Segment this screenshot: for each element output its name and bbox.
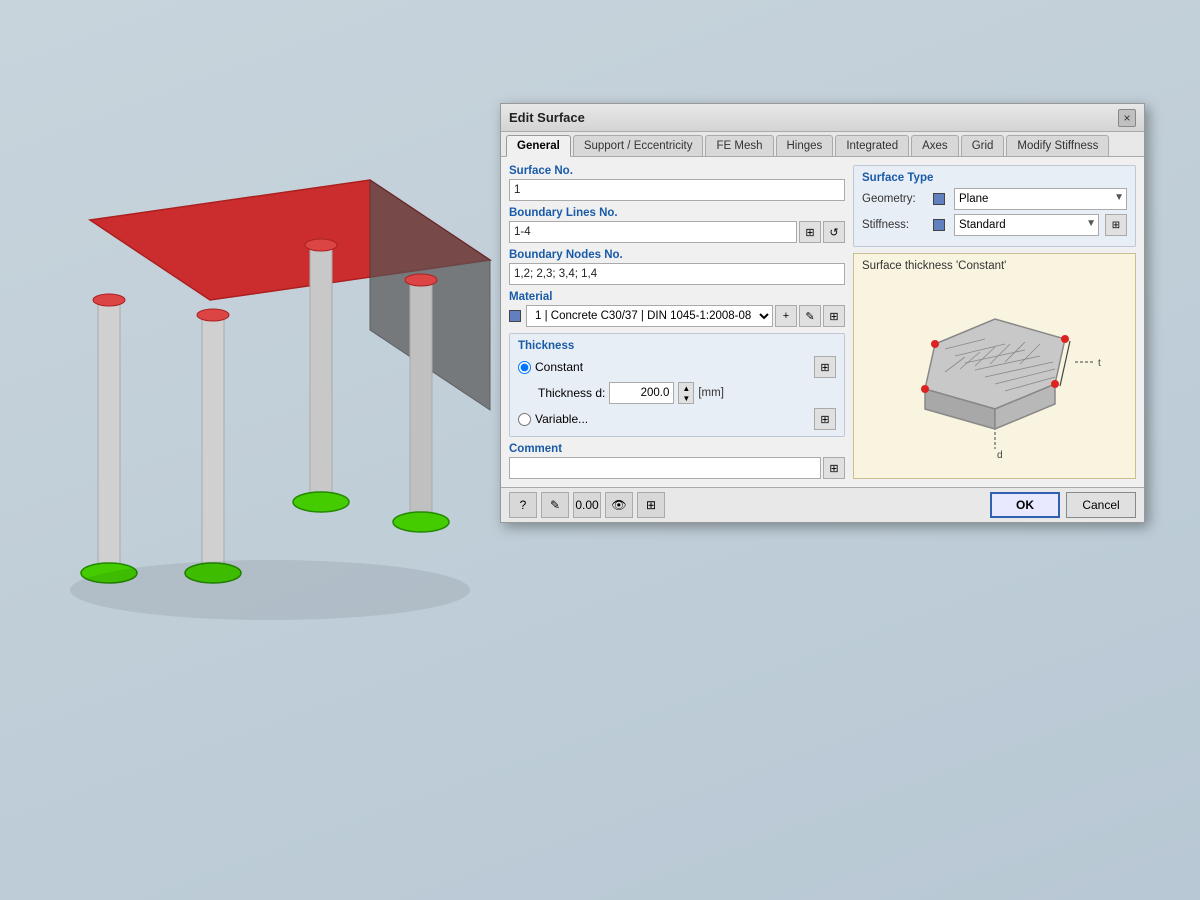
geometry-label: Geometry:: [862, 193, 927, 205]
material-new-btn[interactable]: +: [775, 305, 797, 327]
thickness-unit: [mm]: [698, 387, 724, 399]
stiffness-row: Stiffness: Standard ▼ ⊞: [862, 214, 1127, 236]
material-row: 1 | Concrete C30/37 | DIN 1045-1:2008-08…: [509, 305, 845, 327]
material-copy-btn[interactable]: ⊞: [823, 305, 845, 327]
svg-text:t: t: [1098, 358, 1101, 369]
help-btn[interactable]: ?: [509, 492, 537, 518]
geometry-row: Geometry: Plane ▼: [862, 188, 1127, 210]
material-label: Material: [509, 291, 845, 303]
value-btn[interactable]: 0.00: [573, 492, 601, 518]
dialog-footer: ? ✎ 0.00 👁 ⊞ OK Cancel: [501, 487, 1144, 522]
boundary-lines-section: Boundary Lines No. ⊞ ↺: [509, 207, 845, 243]
boundary-lines-select-btn[interactable]: ⊞: [799, 221, 821, 243]
close-button[interactable]: ×: [1118, 109, 1136, 127]
geometry-select[interactable]: Plane: [954, 188, 1127, 210]
constant-label: Constant: [535, 360, 583, 374]
geometry-color-swatch: [933, 193, 945, 205]
stiffness-label: Stiffness:: [862, 219, 927, 231]
variable-radio[interactable]: [518, 413, 531, 426]
action-buttons: OK Cancel: [990, 492, 1136, 518]
svg-text:d: d: [997, 450, 1003, 461]
cancel-button[interactable]: Cancel: [1066, 492, 1136, 518]
toolbar-buttons: ? ✎ 0.00 👁 ⊞: [509, 492, 665, 518]
variable-icon-btn[interactable]: ⊞: [814, 408, 836, 430]
variable-row: Variable... ⊞: [518, 408, 836, 430]
surface-no-input[interactable]: [509, 179, 845, 201]
boundary-lines-input[interactable]: [509, 221, 797, 243]
thickness-section: Thickness Constant ⊞ Thickness d: ▲ ▼ [m…: [509, 333, 845, 437]
material-select[interactable]: 1 | Concrete C30/37 | DIN 1045-1:2008-08: [526, 305, 773, 327]
export-btn[interactable]: ⊞: [637, 492, 665, 518]
dialog-titlebar: Edit Surface ×: [501, 104, 1144, 132]
thickness-title: Thickness: [518, 340, 836, 352]
edit-btn[interactable]: ✎: [541, 492, 569, 518]
stiffness-select-wrap: Standard ▼: [954, 214, 1099, 236]
thickness-d-row: Thickness d: ▲ ▼ [mm]: [538, 382, 836, 404]
stiffness-select[interactable]: Standard: [954, 214, 1099, 236]
scene-3d: [30, 60, 530, 680]
spin-up-btn[interactable]: ▲: [679, 383, 693, 393]
material-section: Material 1 | Concrete C30/37 | DIN 1045-…: [509, 291, 845, 327]
tab-axes[interactable]: Axes: [911, 135, 959, 156]
stiffness-color-swatch: [933, 219, 945, 231]
geometry-select-wrap: Plane ▼: [954, 188, 1127, 210]
thickness-d-label: Thickness d:: [538, 386, 605, 400]
tab-fe-mesh[interactable]: FE Mesh: [705, 135, 773, 156]
boundary-nodes-input[interactable]: [509, 263, 845, 285]
stiffness-settings-btn[interactable]: ⊞: [1105, 214, 1127, 236]
dialog-title: Edit Surface: [509, 110, 585, 125]
preview-section: Surface thickness 'Constant': [853, 253, 1136, 479]
material-edit-btn[interactable]: ✎: [799, 305, 821, 327]
tab-hinges[interactable]: Hinges: [776, 135, 834, 156]
boundary-lines-label: Boundary Lines No.: [509, 207, 845, 219]
tab-modify-stiffness[interactable]: Modify Stiffness: [1006, 135, 1109, 156]
surface-no-section: Surface No.: [509, 165, 845, 201]
view-btn[interactable]: 👁: [605, 492, 633, 518]
tab-grid[interactable]: Grid: [961, 135, 1005, 156]
comment-icon-btn[interactable]: ⊞: [823, 457, 845, 479]
thickness-d-input[interactable]: [609, 382, 674, 404]
variable-label: Variable...: [535, 412, 588, 426]
left-panel: Surface No. Boundary Lines No. ⊞ ↺ Bound…: [509, 165, 845, 479]
thickness-spinner: ▲ ▼: [678, 382, 694, 404]
surface-no-label: Surface No.: [509, 165, 845, 177]
material-color-swatch: [509, 310, 521, 322]
tab-general[interactable]: General: [506, 135, 571, 157]
boundary-nodes-label: Boundary Nodes No.: [509, 249, 845, 261]
tab-bar: General Support / Eccentricity FE Mesh H…: [501, 132, 1144, 157]
comment-label: Comment: [509, 443, 845, 455]
surface-type-section: Surface Type Geometry: Plane ▼ Stiffness…: [853, 165, 1136, 247]
tab-support-eccentricity[interactable]: Support / Eccentricity: [573, 135, 704, 156]
thickness-icon-btn[interactable]: ⊞: [814, 356, 836, 378]
comment-row: ⊞: [509, 457, 845, 479]
boundary-nodes-section: Boundary Nodes No.: [509, 249, 845, 285]
preview-svg: t d: [885, 284, 1105, 464]
comment-select[interactable]: [509, 457, 821, 479]
ok-button[interactable]: OK: [990, 492, 1060, 518]
edit-surface-dialog: Edit Surface × General Support / Eccentr…: [500, 103, 1145, 523]
comment-section: Comment ⊞: [509, 443, 845, 479]
spin-down-btn[interactable]: ▼: [679, 393, 693, 403]
boundary-lines-clear-btn[interactable]: ↺: [823, 221, 845, 243]
preview-svg-wrap: t d: [862, 276, 1127, 472]
preview-title: Surface thickness 'Constant': [862, 260, 1006, 272]
constant-radio[interactable]: [518, 361, 531, 374]
constant-row: Constant ⊞: [518, 356, 836, 378]
tab-integrated[interactable]: Integrated: [835, 135, 909, 156]
right-panel: Surface Type Geometry: Plane ▼ Stiffness…: [853, 165, 1136, 479]
surface-type-title: Surface Type: [862, 172, 1127, 184]
dialog-body: Surface No. Boundary Lines No. ⊞ ↺ Bound…: [501, 157, 1144, 487]
boundary-lines-row: ⊞ ↺: [509, 221, 845, 243]
